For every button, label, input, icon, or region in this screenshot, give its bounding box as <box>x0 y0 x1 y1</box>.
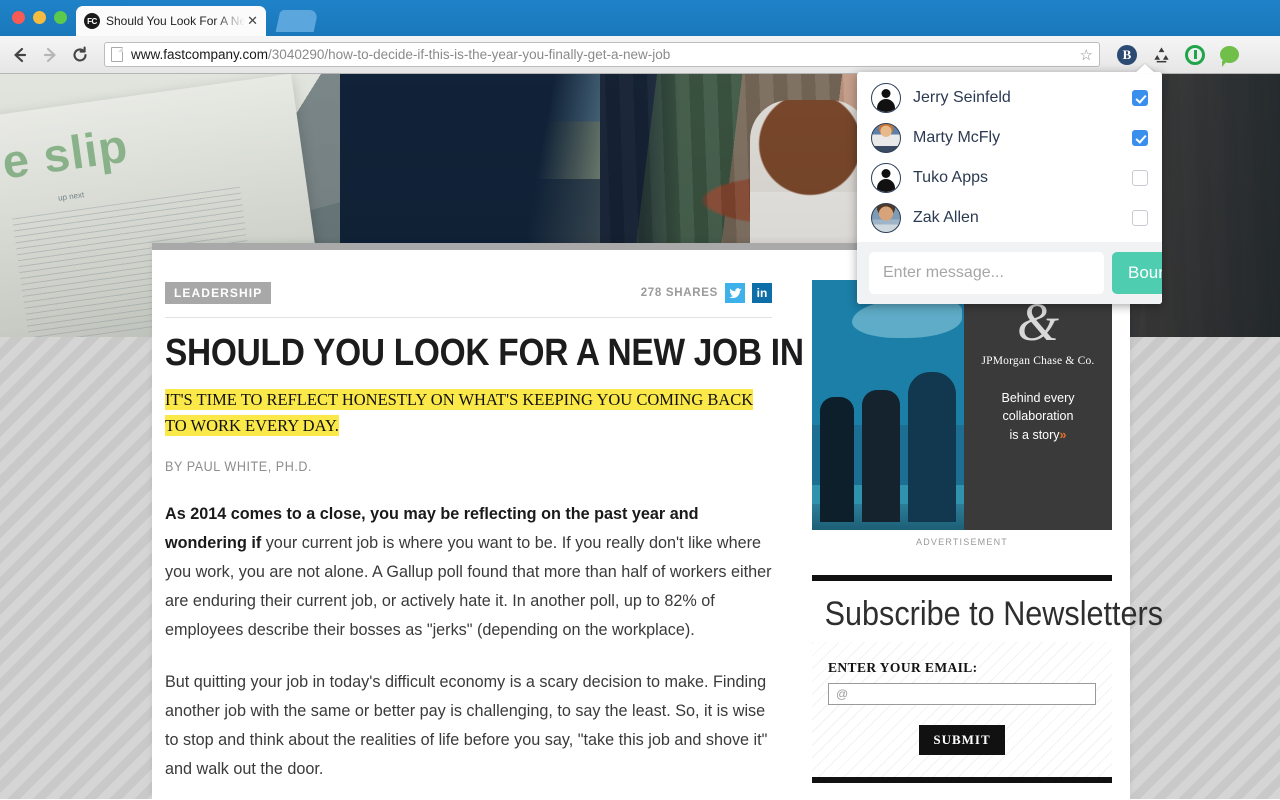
contact-name: Marty McFly <box>913 129 1001 146</box>
popup-arrow <box>1135 64 1155 73</box>
newsletter-form: ENTER YOUR EMAIL: SUBMIT <box>812 642 1112 777</box>
submit-button[interactable]: SUBMIT <box>919 725 1005 755</box>
advertisement[interactable]: & JPMorgan Chase & Co. Behind every coll… <box>812 280 1112 530</box>
sidebar-column: & JPMorgan Chase & Co. Behind every coll… <box>812 250 1164 799</box>
contact-row[interactable]: Tuko Apps <box>857 158 1162 198</box>
contact-name: Zak Allen <box>913 209 979 226</box>
ad-tagline: Behind every collaboration is a story» <box>1002 389 1075 445</box>
favicon-icon: FC <box>84 13 100 29</box>
bounce-badge: B <box>1117 44 1137 65</box>
chevron-right-icon: » <box>1059 428 1067 443</box>
url-path: /3040290/how-to-decide-if-this-is-the-ye… <box>268 47 671 62</box>
bounce-send-button[interactable]: Bounce <box>1112 252 1162 294</box>
tab-strip: FC Should You Look For A New Job In 2015… <box>0 0 1280 36</box>
ad-tagline-line1: Behind every <box>1001 390 1075 405</box>
contact-checkbox[interactable] <box>1132 170 1148 186</box>
close-window-button[interactable] <box>12 11 25 24</box>
contact-checkbox[interactable] <box>1132 90 1148 106</box>
article-dek: IT'S TIME TO REFLECT HONESTLY ON WHAT'S … <box>165 387 772 440</box>
contact-name: Tuko Apps <box>913 169 989 186</box>
url-host: www.fastcompany.com <box>131 47 269 62</box>
category-badge[interactable]: LEADERSHIP <box>165 282 272 304</box>
ad-tagline-line3: is a story <box>1009 428 1060 443</box>
contact-row[interactable]: Marty McFly <box>857 118 1162 158</box>
share-count: 278 SHARES <box>640 287 718 299</box>
tab-title: Should You Look For A New Job In 2015? <box>106 14 246 28</box>
contact-checkbox[interactable] <box>1132 210 1148 226</box>
contact-list: Jerry Seinfeld Marty McFly Tuko Apps Zak… <box>857 72 1162 242</box>
avatar <box>871 123 901 153</box>
new-tab-button[interactable] <box>275 10 319 32</box>
avatar <box>871 83 901 113</box>
contact-checkbox[interactable] <box>1132 130 1148 146</box>
divider <box>165 317 772 318</box>
twitter-icon[interactable] <box>725 283 745 303</box>
star-icon[interactable]: ☆ <box>1080 46 1093 64</box>
ad-tagline-line2: collaboration <box>1002 409 1074 424</box>
ad-label: ADVERTISEMENT <box>916 537 1008 547</box>
speech-bubble-icon[interactable] <box>1218 44 1240 67</box>
message-input[interactable] <box>869 252 1104 294</box>
article-meta-row: LEADERSHIP 278 SHARES in <box>165 282 772 304</box>
minimize-window-button[interactable] <box>33 11 46 24</box>
dek-highlight: IT'S TIME TO REFLECT HONESTLY ON WHAT'S … <box>165 388 754 437</box>
content-container: LEADERSHIP 278 SHARES in SHOULD YOU LOOK… <box>152 243 1164 799</box>
forward-arrow-icon[interactable] <box>40 45 60 65</box>
paragraph-1: As 2014 comes to a close, you may be ref… <box>165 500 772 644</box>
window-controls <box>12 11 67 24</box>
close-tab-icon[interactable]: ✕ <box>247 13 258 29</box>
extension-toolbar: B <box>1110 44 1270 67</box>
email-input[interactable] <box>828 683 1096 705</box>
ad-text-panel: & JPMorgan Chase & Co. Behind every coll… <box>964 280 1112 530</box>
ad-brand-name: JPMorgan Chase & Co. <box>981 354 1095 367</box>
article-column: LEADERSHIP 278 SHARES in SHOULD YOU LOOK… <box>152 250 907 799</box>
address-bar[interactable]: www.fastcompany.com/3040290/how-to-decid… <box>104 42 1100 67</box>
browser-chrome: FC Should You Look For A New Job In 2015… <box>0 0 1280 74</box>
contact-name: Jerry Seinfeld <box>913 89 1011 106</box>
page-info-icon <box>111 47 123 62</box>
article-body: As 2014 comes to a close, you may be ref… <box>165 500 772 799</box>
share-bar: 278 SHARES in <box>641 283 772 303</box>
bounce-extension-popup: Jerry Seinfeld Marty McFly Tuko Apps Zak… <box>857 72 1162 304</box>
pocket-icon[interactable] <box>1184 44 1206 66</box>
newsletter-signup: Subscribe to Newsletters ENTER YOUR EMAI… <box>812 575 1164 783</box>
maximize-window-button[interactable] <box>54 11 67 24</box>
contact-row[interactable]: Jerry Seinfeld <box>857 78 1162 118</box>
back-arrow-icon[interactable] <box>10 45 30 65</box>
ad-photo <box>812 280 964 530</box>
hamburger-menu-icon[interactable] <box>1252 44 1270 66</box>
ad-ampersand-logo: & <box>1016 292 1059 352</box>
browser-toolbar: www.fastcompany.com/3040290/how-to-decid… <box>0 36 1280 74</box>
contact-row[interactable]: Zak Allen <box>857 198 1162 238</box>
bounce-extension-icon[interactable]: B <box>1116 44 1138 66</box>
newsletter-title: Subscribe to Newsletters <box>824 595 1164 633</box>
paragraph-2: But quitting your job in today's difficu… <box>165 673 768 778</box>
browser-tab[interactable]: FC Should You Look For A New Job In 2015… <box>76 6 266 36</box>
recycle-icon[interactable] <box>1150 44 1172 66</box>
avatar <box>871 163 901 193</box>
article-headline: SHOULD YOU LOOK FOR A NEW JOB IN 2015? <box>165 332 907 374</box>
reload-icon[interactable] <box>70 45 90 65</box>
linkedin-icon[interactable]: in <box>752 283 772 303</box>
avatar <box>871 203 901 233</box>
url-text: www.fastcompany.com/3040290/how-to-decid… <box>131 47 670 62</box>
popup-footer: Bounce <box>857 242 1162 304</box>
article-byline: BY PAUL WHITE, PH.D. <box>165 458 313 475</box>
email-field-label: ENTER YOUR EMAIL: <box>828 660 978 675</box>
